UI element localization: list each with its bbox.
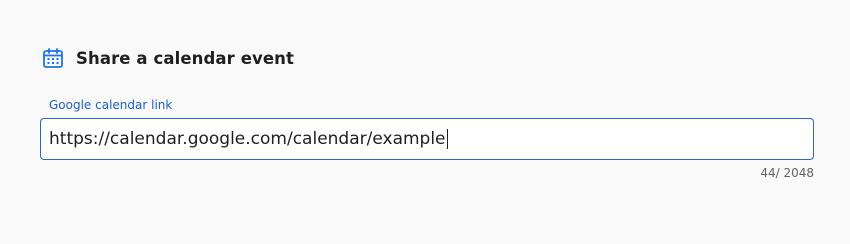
calendar-link-input[interactable]: https://calendar.google.com/calendar/exa…	[40, 118, 814, 160]
input-value: https://calendar.google.com/calendar/exa…	[49, 129, 446, 149]
calendar-icon	[42, 47, 64, 69]
section-header: Share a calendar event	[42, 47, 294, 69]
text-caret	[446, 129, 448, 149]
calendar-link-field: Google calendar link https://calendar.go…	[40, 98, 814, 160]
character-counter: 44/ 2048	[760, 166, 814, 180]
page-title: Share a calendar event	[76, 48, 295, 68]
field-label: Google calendar link	[49, 98, 173, 112]
